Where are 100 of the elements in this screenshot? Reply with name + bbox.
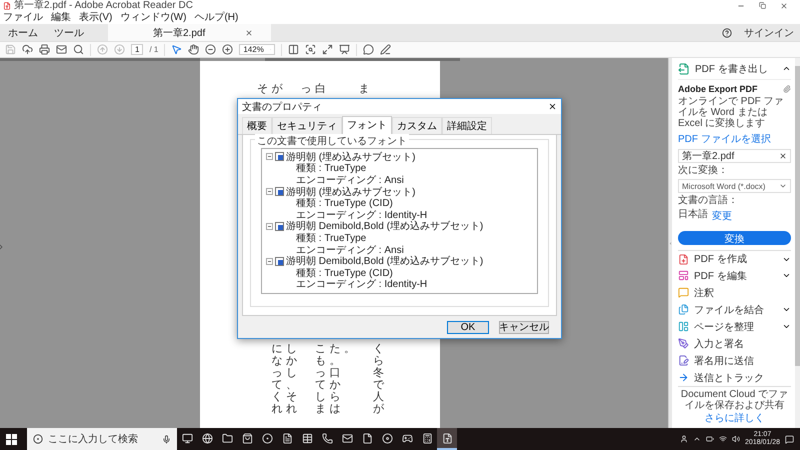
zoom-dropdown[interactable]: 142% <box>239 44 276 55</box>
pointer-icon[interactable] <box>171 44 182 55</box>
tab[interactable]: ツール <box>46 24 92 41</box>
menu-item[interactable]: 編集 <box>51 12 71 24</box>
font-name[interactable]: 游明朝 (埋め込みサブセット) <box>286 184 416 199</box>
font-file-icon <box>275 222 284 231</box>
zoom-in-icon[interactable] <box>222 44 234 55</box>
collapse-toggle[interactable] <box>266 188 273 196</box>
chevron-up-icon[interactable] <box>692 435 701 443</box>
tool-item[interactable]: ページを整理 <box>694 320 777 334</box>
sign-in-link[interactable]: サインイン <box>738 24 800 41</box>
tool-item[interactable]: 注釈 <box>694 286 791 300</box>
microphone-icon[interactable] <box>162 434 171 444</box>
tool-item[interactable]: ファイルを結合 <box>694 302 777 316</box>
chevron-down-icon[interactable] <box>782 305 791 314</box>
circle-icon[interactable] <box>262 432 272 444</box>
restore-icon[interactable] <box>759 2 766 9</box>
select-file-link[interactable]: PDF ファイルを選択 <box>678 132 791 146</box>
collapse-toggle[interactable] <box>266 153 273 160</box>
reading-mode-icon[interactable] <box>339 44 350 55</box>
file-plus-icon <box>678 254 689 264</box>
battery-icon[interactable] <box>706 435 714 443</box>
dialog-button[interactable]: キャンセル <box>499 320 549 334</box>
panel-title[interactable]: PDF を書き出し <box>695 62 777 76</box>
tool-item[interactable]: 送信とトラック <box>694 370 791 384</box>
chevron-up-icon[interactable] <box>782 64 791 73</box>
font-name[interactable]: 游明朝 (埋め込みサブセット) <box>286 150 416 164</box>
fit-width-icon[interactable] <box>305 44 316 55</box>
gamepad-icon[interactable] <box>402 432 412 444</box>
pen-icon[interactable] <box>380 44 392 55</box>
close-icon[interactable] <box>548 102 557 111</box>
description: オンラインで PDF ファイルを Word または Excel に変換します <box>678 96 785 129</box>
comment-icon[interactable] <box>363 44 374 55</box>
document-icon[interactable] <box>282 432 292 444</box>
tab[interactable]: フォント <box>342 116 392 134</box>
tool-item[interactable]: PDF を編集 <box>694 268 777 282</box>
tab[interactable]: 詳細設定 <box>442 117 492 134</box>
close-icon[interactable] <box>780 2 788 10</box>
learn-more-link[interactable]: さらに詳しく <box>704 411 764 425</box>
clear-icon[interactable] <box>779 152 787 160</box>
vertical-text: た。口からは <box>330 343 340 416</box>
chevron-down-icon[interactable] <box>782 271 791 280</box>
help-icon[interactable] <box>722 28 732 38</box>
bag-icon[interactable] <box>242 432 252 444</box>
windows-logo-icon[interactable] <box>6 434 17 444</box>
menu-item[interactable]: ファイル <box>3 12 43 24</box>
phone-icon[interactable] <box>322 432 332 444</box>
format-dropdown[interactable]: Microsoft Word (*.docx) <box>678 179 791 193</box>
calculator-icon[interactable] <box>422 432 432 444</box>
font-name[interactable]: 游明朝 Demibold,Bold (埋め込みサブセット) <box>286 254 484 268</box>
close-icon[interactable] <box>245 28 254 36</box>
menu-item[interactable]: 表示(V) <box>79 12 112 24</box>
globe-icon[interactable] <box>202 432 212 444</box>
wifi-icon[interactable] <box>718 435 727 443</box>
file-icon[interactable] <box>362 432 372 444</box>
convert-button[interactable]: 変換 <box>678 231 791 245</box>
tab[interactable]: 第一章2.pdf <box>108 24 272 41</box>
task-view-icon[interactable] <box>182 432 192 444</box>
caret-icon[interactable] <box>779 182 787 190</box>
file-field[interactable]: 第一章2.pdf <box>678 149 791 163</box>
font-property: エンコーディング : Identity-H <box>296 208 428 221</box>
menu-item[interactable]: ヘルプ(H) <box>194 12 238 24</box>
cloud-upload-icon[interactable] <box>22 44 33 55</box>
tab[interactable]: 概要 <box>242 117 272 134</box>
font-file-icon <box>275 187 284 196</box>
zoom-out-icon[interactable] <box>205 44 216 55</box>
hand-icon[interactable] <box>188 44 200 55</box>
chevron-down-icon[interactable] <box>782 322 791 331</box>
tool-item[interactable]: 入力と署名 <box>694 336 791 350</box>
page-number-field[interactable]: 1 <box>131 44 144 55</box>
page-total: / 1 <box>149 45 158 54</box>
collapse-toggle[interactable] <box>266 258 273 265</box>
fit-page-icon[interactable] <box>288 44 300 55</box>
collapse-toggle[interactable] <box>266 222 273 230</box>
disc-icon[interactable] <box>382 432 392 444</box>
folder-icon[interactable] <box>222 432 232 444</box>
printer-icon[interactable] <box>39 44 50 55</box>
tool-item[interactable]: PDF を作成 <box>694 252 777 266</box>
spreadsheet-icon[interactable] <box>302 432 312 444</box>
paperclip-icon <box>783 85 791 93</box>
dialog-button[interactable]: OK <box>447 320 489 334</box>
tool-item[interactable]: 署名用に送信 <box>694 354 791 368</box>
pdf-icon[interactable] <box>442 432 452 444</box>
notification-icon[interactable] <box>785 434 794 444</box>
person-icon[interactable] <box>680 435 688 443</box>
font-file-icon <box>275 256 284 266</box>
speaker-icon[interactable] <box>732 435 740 443</box>
font-name[interactable]: 游明朝 Demibold,Bold (埋め込みサブセット) <box>286 219 484 234</box>
convert-label: 次に変換： <box>678 165 729 176</box>
scrollbar-thumb[interactable] <box>795 66 800 366</box>
mail-icon[interactable] <box>56 44 67 55</box>
tab[interactable]: ホーム <box>0 24 46 41</box>
tab[interactable]: セキュリティ <box>272 117 342 134</box>
search-icon[interactable] <box>73 44 84 55</box>
tab[interactable]: カスタム <box>392 117 442 134</box>
vertical-text: 白 <box>315 83 326 96</box>
fullscreen-icon[interactable] <box>322 44 334 55</box>
menu-item[interactable]: ウィンドウ(W) <box>120 12 186 24</box>
change-link[interactable]: 変更 <box>712 209 732 223</box>
search-field[interactable]: ここに入力して検索 <box>27 428 177 450</box>
